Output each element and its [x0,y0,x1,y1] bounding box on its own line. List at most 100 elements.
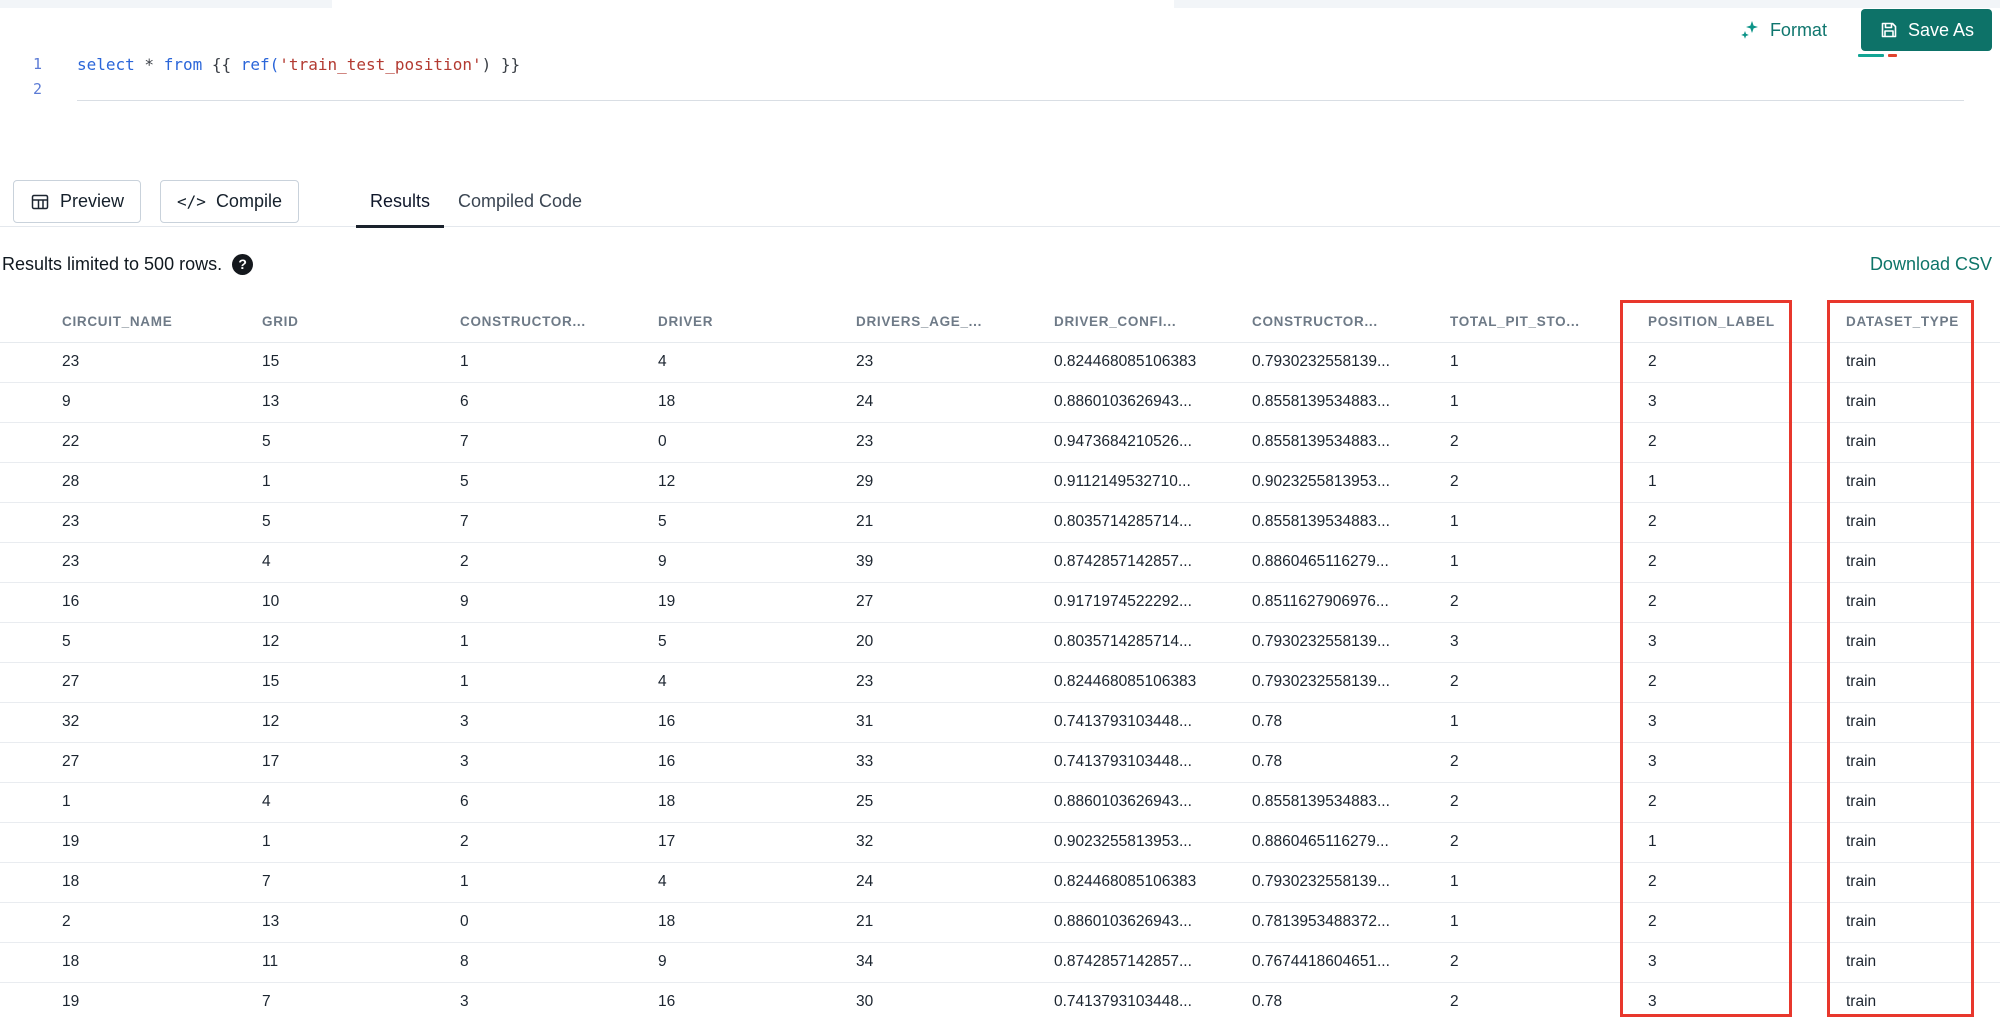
table-cell: train [1844,862,2000,903]
column-header-driver: DRIVER [656,301,854,343]
row-limit-text: Results limited to 500 rows. [2,253,223,274]
table-cell: 2 [1448,662,1646,703]
table-cell: 1 [458,342,656,383]
table-cell: 2 [1448,422,1646,463]
compile-button[interactable]: </> Compile [160,180,299,223]
table-cell: 2 [1448,462,1646,503]
table-cell: 1 [1448,382,1646,423]
table-cell: 10 [260,582,458,623]
active-tab-notch [332,0,1174,8]
table-cell: 1 [260,822,458,863]
table-cell: 22 [0,422,260,463]
table-cell: 19 [0,982,260,1020]
table-cell: train [1844,942,2000,983]
column-header-constructor-2: CONSTRUCTOR... [1250,301,1448,343]
jinja-open: {{ [202,55,241,74]
sparkles-icon [1739,19,1761,41]
preview-button[interactable]: Preview [13,180,142,223]
table-cell: 2 [1448,982,1646,1020]
table-cell: 27 [0,742,260,783]
table-cell: 1 [458,662,656,703]
column-header-total-pit-stops: TOTAL_PIT_STO... [1448,301,1646,343]
table-cell: 0.8860103626943... [1052,902,1250,943]
table-cell: train [1844,982,2000,1020]
table-icon [30,192,50,212]
table-row: 23 15 1 4 23 0.824468085106383 0.7930232558139… [0,342,2000,383]
table-cell: 2 [1646,582,1844,623]
table-cell: 9 [656,942,854,983]
download-csv-link[interactable]: Download CSV [1870,254,1992,275]
table-cell: 4 [260,542,458,583]
table-cell: 0.78 [1250,982,1448,1020]
table-cell: 0.824468085106383 [1052,662,1250,703]
table-cell: 0.78 [1250,702,1448,743]
table-cell: 0.8860103626943... [1052,782,1250,823]
table-cell: 18 [656,902,854,943]
table-cell: 3 [1646,702,1844,743]
table-cell: 9 [458,582,656,623]
format-button[interactable]: Format [1739,19,1827,41]
table-cell: 5 [260,422,458,463]
table-cell: 0 [656,422,854,463]
help-icon[interactable]: ? [232,253,254,275]
table-cell: 1 [0,782,260,823]
table-cell: 6 [458,782,656,823]
table-cell: 27 [854,582,1052,623]
table-cell: 0.8558139534883... [1250,782,1448,823]
tab-results[interactable]: Results [355,177,445,228]
results-info-bar: Results limited to 500 rows. ? Download … [0,227,2000,301]
table-cell: 29 [854,462,1052,503]
table-cell: 3 [458,982,656,1020]
table-cell: 0.8742857142857... [1052,942,1250,983]
table-cell: 0.8558139534883... [1250,382,1448,423]
table-cell: 4 [656,342,854,383]
sql-operator: * [134,55,164,74]
table-row: 27 17 3 16 33 0.7413793103448... 0.78 2 3 train [0,742,2000,783]
table-cell: 1 [1448,702,1646,743]
table-cell: 15 [260,662,458,703]
table-row: 9 13 6 18 24 0.8860103626943... 0.855813953488… [0,382,2000,423]
editor-toolbar: Format Save As [0,8,2000,57]
column-header-circuit-name: CIRCUIT_NAME [0,301,260,343]
tab-compiled-code[interactable]: Compiled Code [444,177,596,227]
table-cell: 16 [656,742,854,783]
table-cell: 3 [1646,982,1844,1020]
sql-keyword: from [163,55,203,74]
table-row: 16 10 9 19 27 0.9171974522292... 0.85116279069… [0,582,2000,623]
sql-editor[interactable]: 1 select * from {{ ref('train_test_posit… [0,52,2000,177]
table-cell: 0.7413793103448... [1052,742,1250,783]
table-row: 19 1 2 17 32 0.9023255813953... 0.886046511627… [0,822,2000,863]
save-as-button[interactable]: Save As [1860,9,1992,51]
table-cell: 1 [1448,502,1646,543]
results-tabs: Results Compiled Code [355,177,596,228]
table-cell: train [1844,462,2000,503]
ide-page: Format Save As 1 select * from {{ ref('t… [0,0,2000,1020]
results-table: CIRCUIT_NAME GRID CONSTRUCTOR... DRIVER … [0,301,2000,1020]
format-button-label: Format [1769,19,1827,40]
table-cell: 0.7413793103448... [1052,982,1250,1020]
table-cell: train [1844,502,2000,543]
column-header-grid: GRID [260,301,458,343]
table-cell: 3 [1448,622,1646,663]
table-cell: 2 [1646,862,1844,903]
column-header-position-label: POSITION_LABEL [1646,301,1844,343]
table-cell: 0.8860103626943... [1052,382,1250,423]
table-cell: 13 [260,382,458,423]
table-row: 23 5 7 5 21 0.8035714285714... 0.8558139534883… [0,502,2000,543]
table-cell: 0.7930232558139... [1250,622,1448,663]
table-cell: 2 [1448,782,1646,823]
table-cell: 11 [260,942,458,983]
table-cell: 0 [458,902,656,943]
table-cell: 5 [0,622,260,663]
table-cell: 0.824468085106383 [1052,862,1250,903]
table-cell: 0.7930232558139... [1250,862,1448,903]
table-cell: 15 [260,342,458,383]
sql-keyword: select [77,55,135,74]
table-row: 5 12 1 5 20 0.8035714285714... 0.7930232558139… [0,622,2000,663]
table-cell: 0.9112149532710... [1052,462,1250,503]
table-cell: 13 [260,902,458,943]
table-cell: 3 [1646,622,1844,663]
line-number: 1 [32,55,42,73]
save-as-button-label: Save As [1907,19,1974,40]
table-cell: 2 [1646,422,1844,463]
